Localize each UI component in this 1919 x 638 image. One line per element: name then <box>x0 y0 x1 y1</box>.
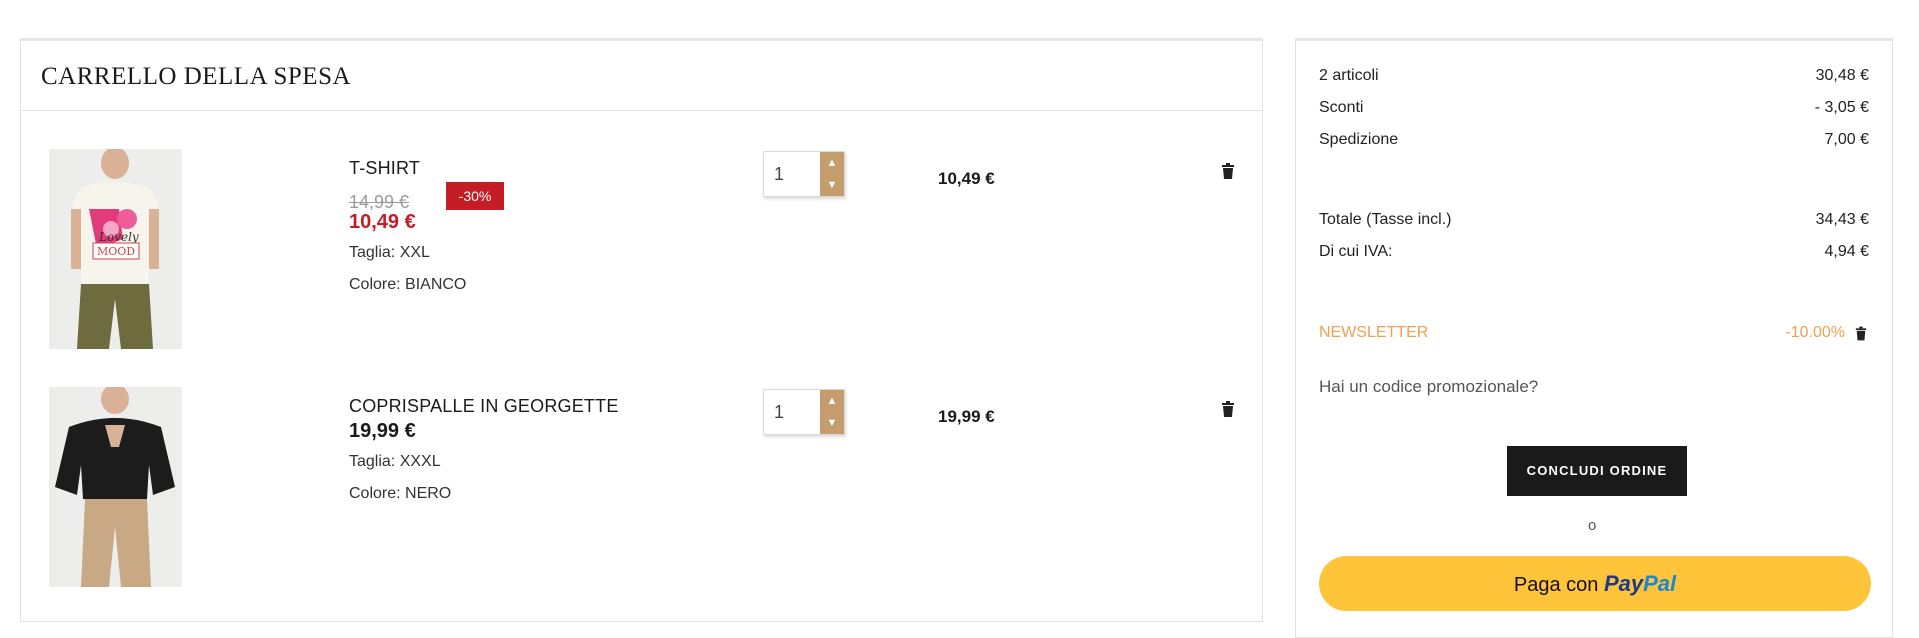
product-price: 19,99 € <box>349 420 416 442</box>
paypal-logo: PayPal <box>1604 571 1676 596</box>
shopping-cart-panel: CARRELLO DELLA SPESA Lovely MOOD T-SHIRT… <box>20 38 1263 622</box>
total-value: 34,43 € <box>1815 211 1869 228</box>
vat-value: 4,94 € <box>1824 243 1869 260</box>
paypal-logo-pay: Pay <box>1603 571 1644 596</box>
product-name[interactable]: COPRISPALLE IN GEORGETTE <box>349 396 619 417</box>
chevron-down-icon[interactable]: ▼ <box>820 174 844 196</box>
chevron-up-icon[interactable]: ▲ <box>820 152 844 175</box>
tshirt-print-text-2: MOOD <box>97 245 135 258</box>
discount-badge: -30% <box>446 182 504 210</box>
total-label: Totale (Tasse incl.) <box>1319 211 1452 228</box>
line-total: 19,99 € <box>938 407 995 426</box>
cart-item: Lovely MOOD T-SHIRT 14,99 € -30% 10,49 €… <box>21 149 1262 359</box>
quantity-stepper[interactable]: 1 ▲ ▼ <box>763 389 845 435</box>
cart-item: COPRISPALLE IN GEORGETTE 19,99 € Taglia:… <box>21 387 1262 597</box>
paypal-button[interactable]: Paga con PayPal <box>1319 556 1871 611</box>
articles-value: 30,48 € <box>1815 67 1869 84</box>
chevron-down-icon[interactable]: ▼ <box>820 412 844 434</box>
shipping-value: 7,00 € <box>1824 131 1869 148</box>
original-price: 14,99 € <box>349 192 410 212</box>
trash-icon[interactable] <box>1855 326 1867 341</box>
cart-divider <box>21 110 1262 111</box>
order-summary-panel: 2 articoli 30,48 € Sconti - 3,05 € Spedi… <box>1295 38 1893 638</box>
quantity-input[interactable]: 1 <box>774 164 784 185</box>
chevron-up-icon[interactable]: ▲ <box>820 390 844 413</box>
product-size: Taglia: XXXL <box>349 453 441 470</box>
trash-icon[interactable] <box>1221 401 1235 417</box>
shipping-label: Spedizione <box>1319 131 1399 148</box>
discounts-label: Sconti <box>1319 99 1364 116</box>
quantity-stepper[interactable]: 1 ▲ ▼ <box>763 151 845 197</box>
line-total: 10,49 € <box>938 169 995 188</box>
articles-label: 2 articoli <box>1319 67 1379 84</box>
product-color: Colore: NERO <box>349 485 452 502</box>
promo-code-link[interactable]: Hai un codice promozionale? <box>1319 377 1538 397</box>
or-separator: o <box>1588 517 1597 534</box>
product-color: Colore: BIANCO <box>349 276 467 293</box>
paypal-prefix: Paga con <box>1513 574 1599 596</box>
product-image-coprispalle[interactable] <box>49 387 182 587</box>
tshirt-print-text: Lovely <box>98 230 139 244</box>
checkout-button[interactable]: CONCLUDI ORDINE <box>1507 446 1687 496</box>
cart-title: CARRELLO DELLA SPESA <box>41 63 352 90</box>
newsletter-label: NEWSLETTER <box>1319 324 1429 341</box>
product-size: Taglia: XXL <box>349 244 430 261</box>
quantity-input[interactable]: 1 <box>774 402 784 423</box>
discounts-value: - 3,05 € <box>1814 99 1869 116</box>
paypal-logo-pal: Pal <box>1643 571 1677 596</box>
trash-icon[interactable] <box>1221 163 1235 179</box>
sale-price: 10,49 € <box>349 211 416 233</box>
product-name[interactable]: T-SHIRT <box>349 158 420 179</box>
product-image-tshirt[interactable]: Lovely MOOD <box>49 149 182 349</box>
vat-label: Di cui IVA: <box>1319 243 1393 260</box>
newsletter-value: -10.00% <box>1785 324 1845 341</box>
